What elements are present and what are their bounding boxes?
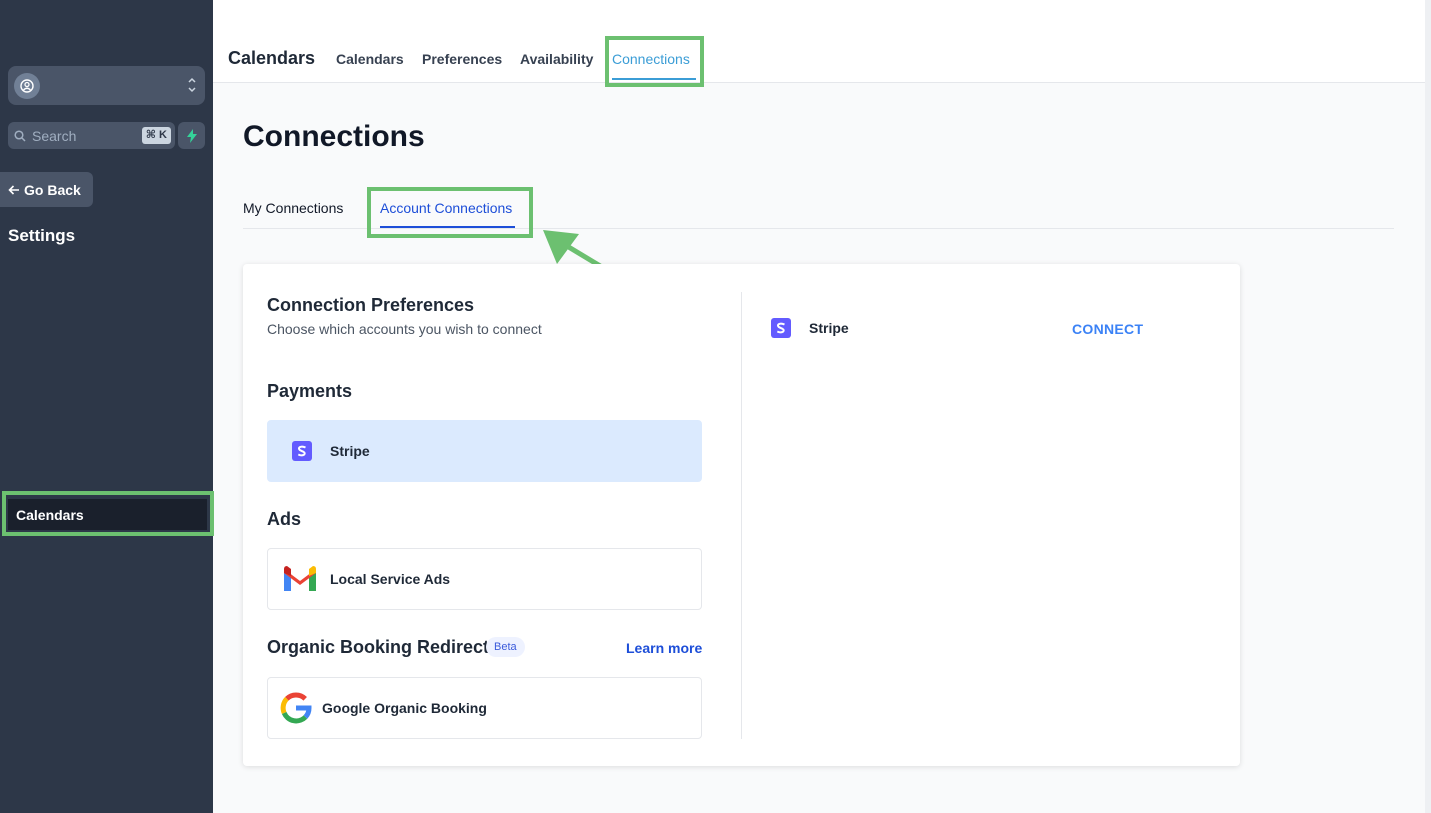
user-avatar-icon <box>14 73 40 99</box>
payment-option-stripe[interactable]: Stripe <box>267 420 702 482</box>
top-navigation: Calendars Calendars Preferences Availabi… <box>213 0 1425 83</box>
section-title: Calendars <box>228 48 316 68</box>
subtab-my-connections[interactable]: My Connections <box>243 200 343 216</box>
ads-heading: Ads <box>267 509 302 529</box>
arrow-left-icon <box>8 184 19 195</box>
organic-booking-heading: Organic Booking Redirect <box>267 637 490 657</box>
lightning-bolt-icon <box>186 128 197 143</box>
stripe-connection-row: Stripe <box>771 318 849 338</box>
highlight-box-connections-tab <box>605 36 704 87</box>
card-divider <box>741 292 742 739</box>
connect-button[interactable]: CONNECT <box>1072 321 1143 337</box>
ads-option-local-service-ads[interactable]: Local Service Ads <box>267 548 702 610</box>
highlight-box-account-connections <box>367 187 533 238</box>
chevron-updown-icon <box>188 77 196 93</box>
ads-option-label: Local Service Ads <box>330 571 451 587</box>
card-subtitle: Choose which accounts you wish to connec… <box>267 321 542 337</box>
tab-calendars[interactable]: Calendars <box>336 51 404 67</box>
account-switcher[interactable] <box>8 66 205 105</box>
google-icon <box>278 690 314 726</box>
search-input[interactable]: Search ⌘ K <box>8 122 175 149</box>
organic-option-google[interactable]: Google Organic Booking <box>267 677 702 739</box>
sidebar: Search ⌘ K Go Back Settings Calendars <box>0 0 214 813</box>
gmail-icon <box>282 561 318 597</box>
connections-card: Connection Preferences Choose which acco… <box>243 264 1240 766</box>
search-shortcut-badge: ⌘ K <box>141 127 171 144</box>
settings-heading: Settings <box>8 226 76 245</box>
search-placeholder: Search <box>32 127 77 144</box>
payment-option-label: Stripe <box>330 443 370 459</box>
organic-option-label: Google Organic Booking <box>322 700 487 716</box>
sidebar-item-calendars[interactable]: Calendars <box>8 499 207 530</box>
stripe-icon <box>771 318 791 338</box>
page-title: Connections <box>243 120 425 153</box>
go-back-button[interactable]: Go Back <box>0 172 93 207</box>
search-icon <box>14 129 26 142</box>
learn-more-link[interactable]: Learn more <box>626 640 702 656</box>
tab-preferences[interactable]: Preferences <box>422 51 502 67</box>
card-title: Connection Preferences <box>267 295 475 315</box>
payments-heading: Payments <box>267 381 353 401</box>
stripe-provider-label: Stripe <box>809 320 849 336</box>
beta-badge: Beta <box>486 637 525 657</box>
tab-availability[interactable]: Availability <box>520 51 593 67</box>
scrollbar-track <box>1425 0 1431 813</box>
stripe-icon <box>284 433 320 469</box>
quick-actions-button[interactable] <box>178 122 205 149</box>
go-back-label: Go Back <box>24 181 81 198</box>
